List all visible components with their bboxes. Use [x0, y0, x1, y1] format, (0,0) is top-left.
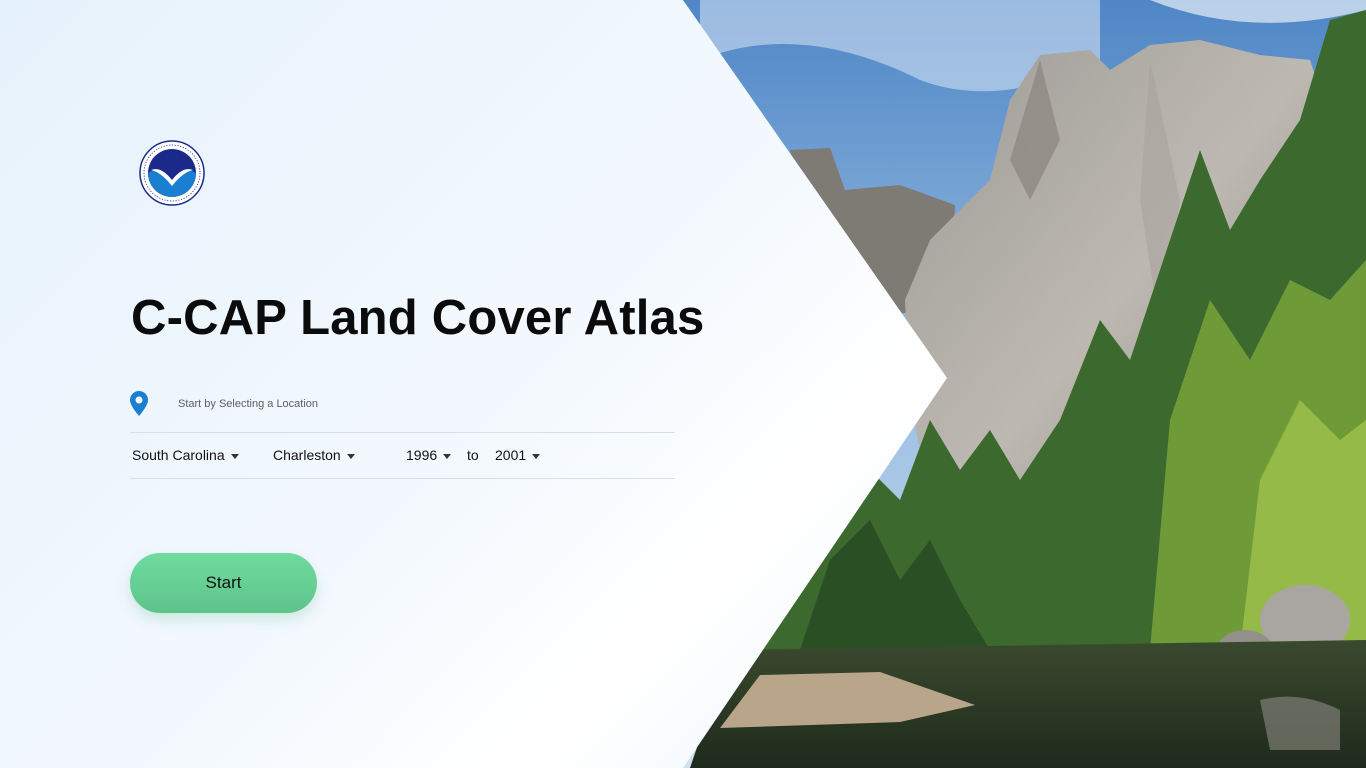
year-range-separator: to [467, 447, 479, 463]
chevron-down-icon [230, 453, 239, 459]
start-year-dropdown[interactable]: 1996 [406, 447, 452, 463]
state-dropdown-value: South Carolina [132, 447, 225, 463]
chevron-down-icon [443, 453, 452, 459]
page-title: C-CAP Land Cover Atlas [131, 291, 705, 345]
divider-top [130, 432, 675, 433]
chevron-down-icon [532, 453, 541, 459]
start-year-value: 1996 [406, 447, 438, 463]
county-dropdown-value: Charleston [273, 447, 341, 463]
divider-bottom [130, 478, 675, 479]
chevron-down-icon [346, 453, 355, 459]
end-year-value: 2001 [495, 447, 527, 463]
state-dropdown[interactable]: South Carolina [132, 447, 239, 463]
location-pin-icon [130, 391, 148, 416]
noaa-logo-icon [139, 140, 205, 206]
start-button[interactable]: Start [130, 553, 317, 613]
location-hint: Start by Selecting a Location [178, 398, 319, 410]
end-year-dropdown[interactable]: 2001 [495, 447, 541, 463]
county-dropdown[interactable]: Charleston [273, 447, 355, 463]
